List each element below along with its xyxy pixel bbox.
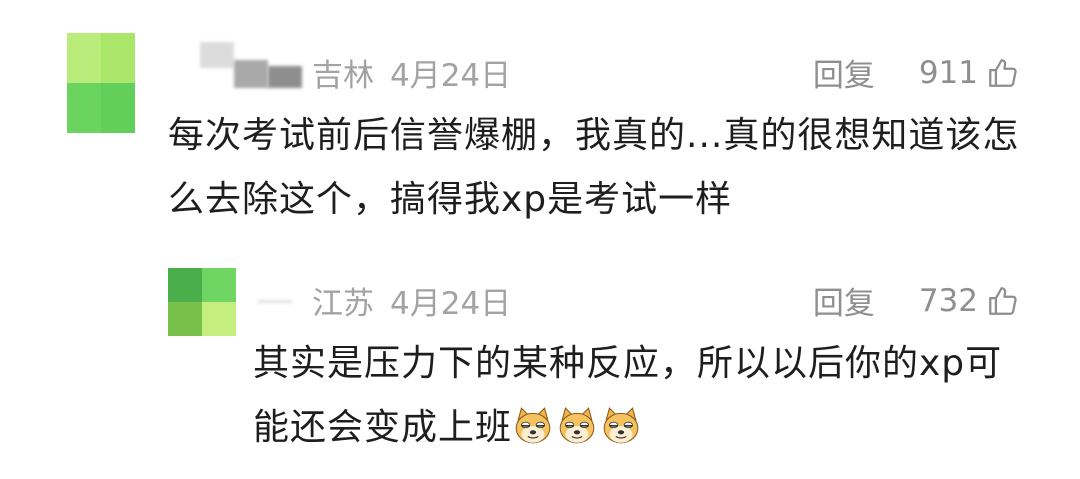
like-count: 911 (918, 54, 978, 91)
doge-emoji (603, 407, 639, 444)
comment-actions: 回复 911 (813, 50, 1020, 95)
date: 4月24日 (390, 58, 512, 94)
comment-meta: 吉林 4月24日 (312, 50, 511, 95)
thumbs-up-icon[interactable] (986, 56, 1020, 90)
doge-emoji (515, 407, 551, 444)
doge-emoji (559, 407, 595, 444)
thumbs-up-icon[interactable] (986, 284, 1020, 318)
comment-text: 其实是压力下的某种反应，所以以后你的xp可能还会变成上班 (253, 332, 1033, 460)
comment-text: 每次考试前后信誉爆棚，我真的...真的很想知道该怎么去除这个，搞得我xp是考试一… (168, 115, 1020, 220)
reply-button[interactable]: 回复 (813, 278, 875, 323)
emoji-row (512, 407, 644, 448)
reply-button[interactable]: 回复 (813, 50, 875, 95)
comment-meta: 江苏 4月24日 (312, 278, 511, 323)
avatar[interactable] (168, 268, 236, 336)
comment-actions: 回复 732 (813, 278, 1020, 323)
avatar[interactable] (67, 33, 135, 133)
location: 吉林 (312, 58, 374, 94)
like-count: 732 (918, 282, 978, 319)
date: 4月24日 (390, 286, 512, 322)
location: 江苏 (312, 286, 374, 322)
